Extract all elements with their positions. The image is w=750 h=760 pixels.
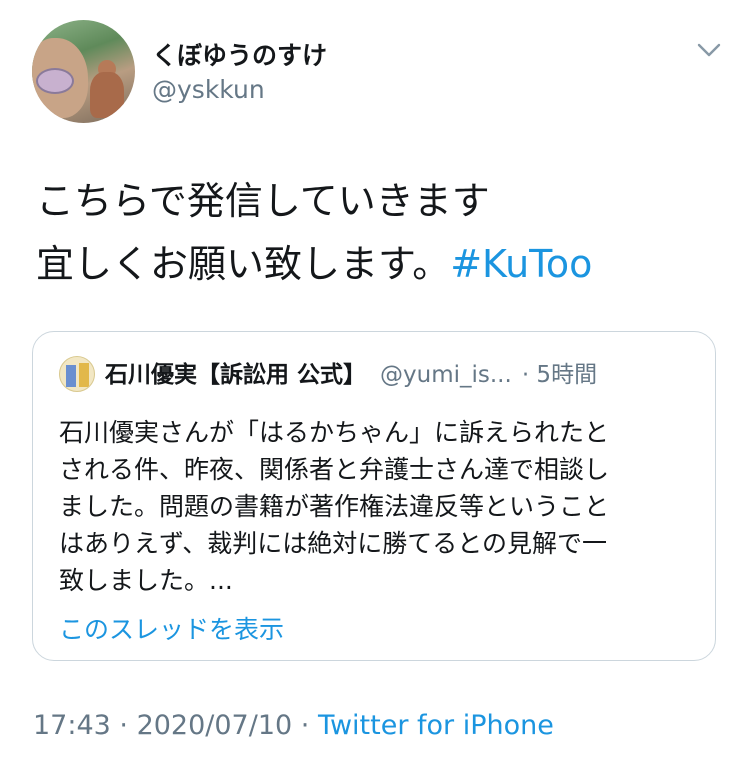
quoted-author-name: 石川優実【訴訟用 公式】 (105, 362, 367, 388)
quoted-tweet-header: 石川優実【訴訟用 公式】 @yumi_is... · 5時間 (105, 358, 597, 392)
avatar-background-figure (90, 72, 124, 118)
meta-separator: · (292, 710, 318, 741)
quoted-body-line: 致しました。... (59, 566, 233, 595)
author-display-name[interactable]: くぼゆうのすけ (152, 36, 327, 72)
tweet-source-link[interactable]: Twitter for iPhone (318, 710, 554, 741)
quoted-author-handle: @yumi_is... (380, 362, 512, 388)
show-thread-link[interactable]: このスレッドを表示 (59, 610, 284, 646)
tweet-metadata: 17:43 · 2020/07/10 · Twitter for iPhone (33, 710, 554, 741)
quoted-tweet-body: 石川優実さんが「はるかちゃん」に訴えられたと される件、昨夜、関係者と弁護士さん… (59, 414, 699, 599)
quoted-tweet-card[interactable]: 石川優実【訴訟用 公式】 @yumi_is... · 5時間 石川優実さんが「はるか… (32, 331, 716, 661)
tweet-time: 17:43 (33, 710, 111, 741)
tweet-text: こちらで発信していきます 宜しくお願い致します。#KuToo (36, 170, 726, 296)
author-handle[interactable]: @yskkun (152, 75, 265, 104)
quoted-body-line: はありえず、裁判には絶対に勝てるとの見解で一 (59, 529, 608, 558)
quoted-body-line: ました。問題の書籍が著作権法違反等ということ (59, 492, 610, 521)
tweet-date: 2020/07/10 (136, 710, 293, 741)
quoted-tweet-time: · 5時間 (521, 362, 598, 388)
tweet-line-text: 宜しくお願い致します。 (36, 242, 451, 286)
tweet-line: 宜しくお願い致します。#KuToo (36, 233, 726, 296)
avatar-book-cover (66, 365, 76, 387)
quoted-body-line: 石川優実さんが「はるかちゃん」に訴えられたと (59, 418, 610, 447)
avatar-book-cover (79, 363, 89, 387)
hashtag-link[interactable]: #KuToo (450, 242, 592, 286)
tweet-line: こちらで発信していきます (36, 179, 490, 223)
quoted-body-line: される件、昨夜、関係者と弁護士さん達で相談し (59, 455, 610, 484)
avatar-glasses (36, 68, 74, 94)
chevron-down-icon[interactable] (694, 38, 724, 62)
avatar[interactable] (32, 20, 135, 123)
quoted-author-avatar (59, 356, 95, 392)
meta-separator: · (110, 710, 137, 741)
